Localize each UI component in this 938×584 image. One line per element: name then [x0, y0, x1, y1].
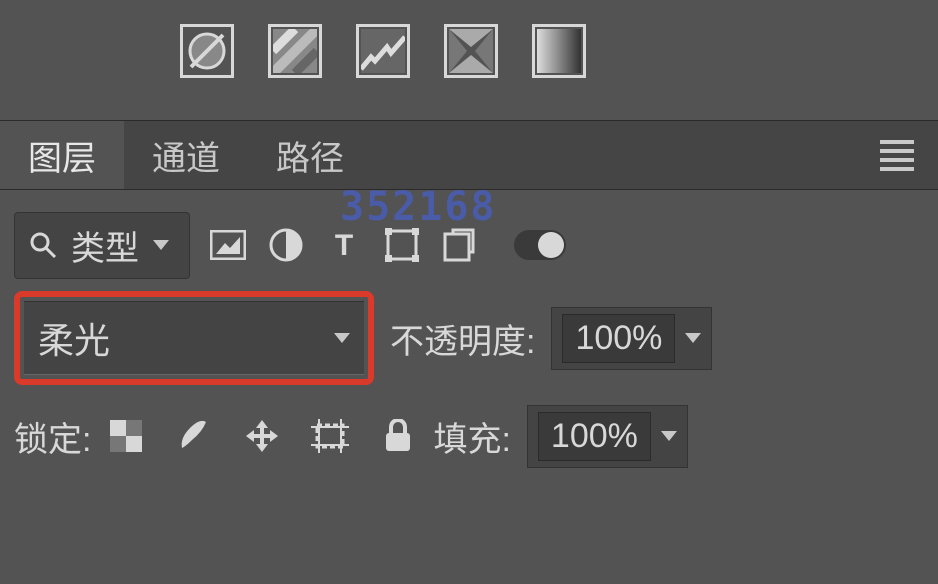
lock-pixels-icon[interactable] — [175, 417, 213, 455]
filter-shape-icon[interactable] — [382, 225, 422, 265]
fill-input[interactable]: 100% — [527, 405, 688, 468]
panel-menu-icon[interactable] — [880, 140, 914, 171]
filter-toggle[interactable] — [514, 230, 566, 260]
tab-paths[interactable]: 路径 — [248, 121, 372, 189]
filter-pixel-icon[interactable] — [208, 225, 248, 265]
search-icon — [29, 231, 57, 259]
lock-row: 锁定: 填充: 100% — [14, 396, 924, 476]
filter-smartobject-icon[interactable] — [440, 225, 480, 265]
toggle-knob — [538, 232, 564, 258]
filter-adjustment-icon[interactable] — [266, 225, 306, 265]
style-icon-2[interactable] — [268, 24, 322, 78]
chevron-down-icon — [153, 240, 169, 250]
tab-layers[interactable]: 图层 — [0, 121, 124, 189]
opacity-value: 100% — [562, 314, 675, 363]
fill-value: 100% — [538, 412, 651, 461]
panel-tabs: 图层 通道 路径 — [0, 120, 938, 190]
style-icon-1[interactable] — [180, 24, 234, 78]
filter-row: 类型 T — [14, 210, 924, 280]
style-icon-3[interactable] — [356, 24, 410, 78]
chevron-down-icon — [334, 333, 350, 343]
chevron-down-icon — [685, 333, 701, 343]
lock-icons — [107, 417, 417, 455]
lock-label: 锁定: — [14, 412, 91, 461]
style-icon-4[interactable] — [444, 24, 498, 78]
blend-mode-row: 柔光 不透明度: 100% — [14, 298, 924, 378]
filter-type-icon[interactable]: T — [324, 225, 364, 265]
lock-all-icon[interactable] — [379, 417, 417, 455]
blend-mode-select[interactable]: 柔光 — [24, 301, 364, 375]
lock-artboard-icon[interactable] — [311, 417, 349, 455]
filter-type-select[interactable]: 类型 — [14, 212, 190, 279]
blend-mode-value: 柔光 — [38, 312, 110, 364]
opacity-label: 不透明度: — [390, 314, 535, 363]
chevron-down-icon — [661, 431, 677, 441]
blend-highlight: 柔光 — [14, 291, 374, 385]
tab-channels[interactable]: 通道 — [124, 121, 248, 189]
lock-transparency-icon[interactable] — [107, 417, 145, 455]
lock-position-icon[interactable] — [243, 417, 281, 455]
style-icon-5[interactable] — [532, 24, 586, 78]
opacity-input[interactable]: 100% — [551, 307, 712, 370]
top-icon-row — [0, 0, 938, 120]
filter-type-label: 类型 — [71, 221, 139, 270]
svg-text:T: T — [335, 229, 353, 262]
layers-panel-body: 352168 类型 T 柔光 — [0, 190, 938, 476]
fill-label: 填充: — [433, 412, 510, 461]
